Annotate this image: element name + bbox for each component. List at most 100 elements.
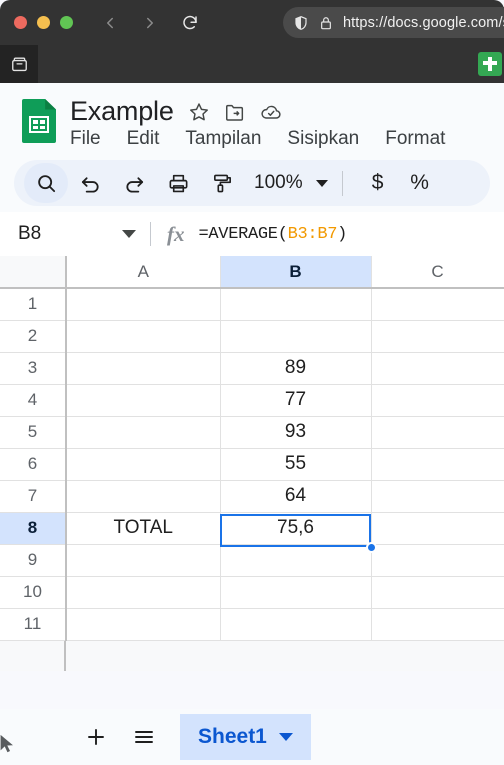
cell-c2[interactable] (371, 320, 504, 353)
cell-b5[interactable]: 93 (220, 416, 372, 449)
cell-a9[interactable] (66, 544, 221, 577)
maximize-window-button[interactable] (60, 16, 73, 29)
table-row: 1 (0, 288, 504, 321)
zoom-value: 100% (254, 172, 303, 193)
cell-b10[interactable] (220, 576, 372, 609)
fill-handle[interactable] (366, 542, 377, 553)
cell-c11[interactable] (371, 608, 504, 641)
forward-button[interactable] (141, 14, 159, 32)
sheet-tab-bar: Sheet1 (0, 709, 504, 765)
cell-a10[interactable] (66, 576, 221, 609)
add-sheet-button[interactable] (72, 715, 120, 759)
cell-c3[interactable] (371, 352, 504, 385)
cell-a5[interactable] (66, 416, 221, 449)
row-header-10[interactable]: 10 (0, 576, 67, 609)
reload-button[interactable] (181, 14, 199, 32)
name-box[interactable]: B8 (0, 223, 150, 245)
cell-b1[interactable] (220, 288, 372, 321)
cell-c4[interactable] (371, 384, 504, 417)
menu-item-sisipkan[interactable]: Sisipkan (287, 128, 359, 150)
formula-prefix: =AVERAGE( (198, 224, 288, 244)
menu-item-tampilan[interactable]: Tampilan (185, 128, 261, 150)
column-header-row: A B C (0, 256, 504, 289)
row-header-7[interactable]: 7 (0, 480, 67, 513)
cell-b8[interactable]: 75,6 (220, 512, 372, 545)
menu-item-file[interactable]: File (70, 128, 101, 150)
select-all-button[interactable] (0, 256, 67, 289)
cell-a2[interactable] (66, 320, 221, 353)
browser-tab-strip (0, 45, 504, 83)
chevron-down-icon[interactable] (122, 230, 136, 238)
menu-item-format[interactable]: Format (385, 128, 445, 150)
minimize-window-button[interactable] (37, 16, 50, 29)
close-window-button[interactable] (14, 16, 27, 29)
cell-c9[interactable] (371, 544, 504, 577)
cell-a6[interactable] (66, 448, 221, 481)
cell-c6[interactable] (371, 448, 504, 481)
google-sheets-favicon (478, 52, 502, 76)
cell-b6[interactable]: 55 (220, 448, 372, 481)
cell-a8[interactable]: TOTAL (66, 512, 221, 545)
cell-a11[interactable] (66, 608, 221, 641)
cell-b11[interactable] (220, 608, 372, 641)
undo-button[interactable] (68, 163, 112, 203)
shield-icon[interactable] (293, 15, 309, 31)
cell-b9[interactable] (220, 544, 372, 577)
grid-bottom-edge (0, 640, 504, 671)
document-title[interactable]: Example (70, 96, 174, 127)
table-row: 8 TOTAL 75,6 (0, 512, 504, 545)
cell-b4[interactable]: 77 (220, 384, 372, 417)
column-header-b[interactable]: B (220, 256, 372, 289)
row-header-3[interactable]: 3 (0, 352, 67, 385)
sheet-tab-label: Sheet1 (198, 725, 267, 748)
formula-input[interactable]: =AVERAGE(B3:B7) (199, 225, 348, 244)
cell-c8[interactable] (371, 512, 504, 545)
fx-icon: fx (167, 221, 185, 246)
redo-button[interactable] (112, 163, 156, 203)
cell-b2[interactable] (220, 320, 372, 353)
cell-a1[interactable] (66, 288, 221, 321)
browser-tab-sheets[interactable] (478, 52, 502, 76)
print-button[interactable] (156, 163, 200, 203)
star-icon[interactable] (188, 101, 210, 123)
cell-b3[interactable]: 89 (220, 352, 372, 385)
sheet-tab-sheet1[interactable]: Sheet1 (180, 714, 311, 760)
menu-item-edit[interactable]: Edit (127, 128, 160, 150)
formula-range-reference: B3:B7 (287, 224, 338, 244)
formula-bar: B8 fx =AVERAGE(B3:B7) (0, 212, 504, 256)
cell-a3[interactable] (66, 352, 221, 385)
percent-format-button[interactable]: % (399, 171, 441, 195)
cell-c5[interactable] (371, 416, 504, 449)
move-to-folder-icon[interactable] (224, 101, 246, 123)
cloud-saved-icon[interactable] (260, 101, 282, 123)
back-button[interactable] (101, 14, 119, 32)
column-header-c[interactable]: C (371, 256, 504, 289)
cell-a4[interactable] (66, 384, 221, 417)
row-header-8[interactable]: 8 (0, 512, 67, 545)
cell-a7[interactable] (66, 480, 221, 513)
chevron-down-icon[interactable] (278, 733, 293, 741)
table-row: 9 (0, 544, 504, 577)
lock-icon[interactable] (318, 15, 334, 31)
tab-group-button[interactable] (0, 45, 38, 83)
paint-format-button[interactable] (200, 163, 244, 203)
row-header-5[interactable]: 5 (0, 416, 67, 449)
currency-format-button[interactable]: $ (357, 171, 399, 195)
all-sheets-button[interactable] (120, 715, 168, 759)
cell-c7[interactable] (371, 480, 504, 513)
row-header-6[interactable]: 6 (0, 448, 67, 481)
row-header-11[interactable]: 11 (0, 608, 67, 641)
cell-c10[interactable] (371, 576, 504, 609)
search-button[interactable] (24, 163, 68, 203)
google-sheets-logo (22, 99, 56, 143)
column-header-a[interactable]: A (66, 256, 221, 289)
address-bar[interactable]: https://docs.google.com/sp (283, 7, 504, 38)
row-header-1[interactable]: 1 (0, 288, 67, 321)
cell-c1[interactable] (371, 288, 504, 321)
cell-b7[interactable]: 64 (220, 480, 372, 513)
formula-suffix: ) (337, 224, 348, 244)
row-header-4[interactable]: 4 (0, 384, 67, 417)
row-header-2[interactable]: 2 (0, 320, 67, 353)
row-header-9[interactable]: 9 (0, 544, 67, 577)
zoom-control[interactable]: 100% (254, 172, 328, 194)
